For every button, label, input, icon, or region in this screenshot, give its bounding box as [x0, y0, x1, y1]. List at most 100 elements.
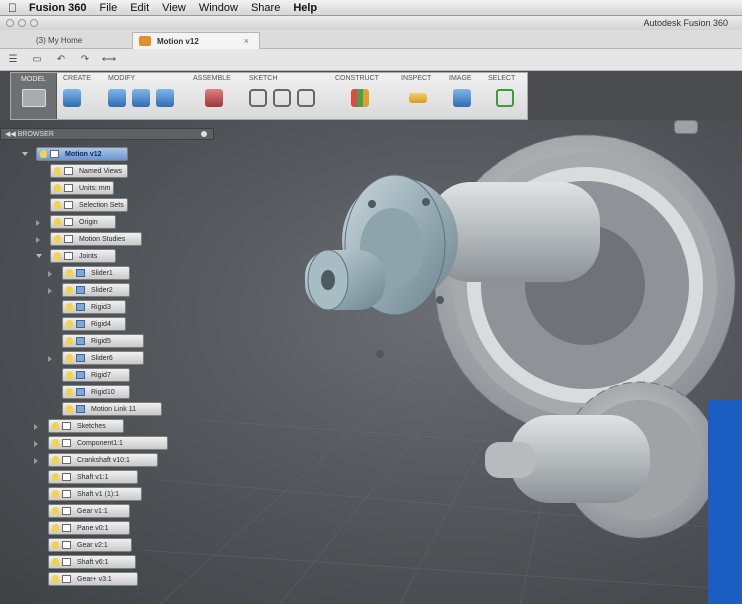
browser-node[interactable]: Named Views	[50, 164, 128, 178]
browser-node[interactable]: Motion Studies	[50, 232, 142, 246]
visibility-bulb-icon[interactable]	[52, 456, 59, 464]
undo-icon[interactable]: ↶	[54, 54, 68, 66]
apple-icon[interactable]: 	[8, 1, 17, 15]
group-construct[interactable]: CONSTRUCT	[333, 75, 389, 119]
browser-node[interactable]: Crankshaft v10:1	[48, 453, 158, 467]
browser-node[interactable]: Rigid10	[62, 385, 130, 399]
browser-node[interactable]: Gear v1:1	[48, 504, 130, 518]
browser-collapse-icon[interactable]: ◀◀	[5, 130, 18, 138]
browser-node[interactable]: Component1:1	[48, 436, 168, 450]
measure-icon[interactable]	[409, 93, 427, 103]
save-icon[interactable]: ▭	[30, 54, 44, 66]
visibility-bulb-icon[interactable]	[52, 541, 59, 549]
tree-expander-icon[interactable]	[34, 424, 38, 430]
tree-expander-icon[interactable]	[36, 254, 42, 258]
fillet-icon[interactable]	[132, 89, 150, 107]
visibility-bulb-icon[interactable]	[66, 337, 73, 345]
visibility-bulb-icon[interactable]	[66, 371, 73, 379]
menu-edit[interactable]: Edit	[130, 2, 149, 14]
group-create[interactable]: CREATE	[61, 75, 101, 119]
visibility-bulb-icon[interactable]	[66, 354, 73, 362]
tree-expander-icon[interactable]	[48, 271, 52, 277]
shell-icon[interactable]	[156, 89, 174, 107]
group-modify[interactable]: MODIFY	[106, 75, 192, 119]
browser-node[interactable]: Gear+ v3:1	[48, 572, 138, 586]
browser-node[interactable]: Gear v2:1	[48, 538, 132, 552]
browser-node[interactable]: Shaft v6:1	[48, 555, 136, 569]
visibility-bulb-icon[interactable]	[52, 507, 59, 515]
share-icon[interactable]: ⟷	[102, 54, 116, 66]
browser-node[interactable]: Rigid7	[62, 368, 130, 382]
sketch-rectangle-icon[interactable]	[273, 89, 291, 107]
browser-node[interactable]: Pane v0:1	[48, 521, 130, 535]
browser-node[interactable]: Rigid4	[62, 317, 126, 331]
browser-node[interactable]: Rigid3	[62, 300, 126, 314]
box-icon[interactable]	[63, 89, 81, 107]
tree-expander-icon[interactable]	[34, 441, 38, 447]
redo-icon[interactable]: ↷	[78, 54, 92, 66]
visibility-bulb-icon[interactable]	[52, 524, 59, 532]
tree-expander-icon[interactable]	[22, 152, 28, 156]
view-cube-icon[interactable]	[674, 120, 698, 134]
visibility-bulb-icon[interactable]	[54, 252, 61, 260]
browser-header[interactable]: ◀◀ BROWSER	[0, 128, 214, 140]
browser-node[interactable]: Motion v12	[36, 147, 128, 161]
visibility-bulb-icon[interactable]	[40, 150, 47, 158]
menu-view[interactable]: View	[162, 2, 186, 14]
press-pull-icon[interactable]	[108, 89, 126, 107]
group-assemble[interactable]: ASSEMBLE	[191, 75, 243, 119]
menu-grid-icon[interactable]: ☰	[6, 54, 20, 66]
visibility-bulb-icon[interactable]	[54, 201, 61, 209]
pin-icon[interactable]	[201, 131, 207, 137]
menu-file[interactable]: File	[99, 2, 117, 14]
browser-node[interactable]: Slider1	[62, 266, 130, 280]
visibility-bulb-icon[interactable]	[66, 303, 73, 311]
visibility-bulb-icon[interactable]	[52, 575, 59, 583]
menu-app-name[interactable]: Fusion 360	[29, 2, 86, 14]
browser-node[interactable]: Selection Sets	[50, 198, 128, 212]
group-image[interactable]: IMAGE	[447, 75, 483, 119]
menu-window[interactable]: Window	[199, 2, 238, 14]
browser-node[interactable]: Sketches	[48, 419, 124, 433]
browser-node[interactable]: Slider6	[62, 351, 144, 365]
close-tab-icon[interactable]: ×	[244, 36, 249, 46]
tree-expander-icon[interactable]	[48, 356, 52, 362]
visibility-bulb-icon[interactable]	[52, 558, 59, 566]
browser-node[interactable]: Origin	[50, 215, 116, 229]
visibility-bulb-icon[interactable]	[66, 269, 73, 277]
browser-node[interactable]: Units: mm	[50, 181, 114, 195]
offset-plane-icon[interactable]	[351, 89, 369, 107]
visibility-bulb-icon[interactable]	[54, 184, 61, 192]
tree-expander-icon[interactable]	[48, 288, 52, 294]
minimize-window-button[interactable]	[18, 19, 26, 27]
group-sketch[interactable]: SKETCH	[247, 75, 323, 119]
browser-node[interactable]: Shaft v1:1	[48, 470, 138, 484]
visibility-bulb-icon[interactable]	[54, 167, 61, 175]
menu-help[interactable]: Help	[293, 2, 317, 14]
tab-motion-v12[interactable]: Motion v12 ×	[132, 32, 260, 49]
workspace-switcher[interactable]: MODEL	[11, 73, 57, 119]
browser-node[interactable]: Joints	[50, 249, 116, 263]
browser-node[interactable]: Shaft v1 (1):1	[48, 487, 142, 501]
tree-expander-icon[interactable]	[36, 237, 40, 243]
capture-image-icon[interactable]	[453, 89, 471, 107]
visibility-bulb-icon[interactable]	[66, 388, 73, 396]
visibility-bulb-icon[interactable]	[66, 320, 73, 328]
browser-node[interactable]: Motion Link 11	[62, 402, 162, 416]
zoom-window-button[interactable]	[30, 19, 38, 27]
group-select[interactable]: SELECT	[486, 75, 526, 119]
visibility-bulb-icon[interactable]	[66, 405, 73, 413]
visibility-bulb-icon[interactable]	[52, 439, 59, 447]
group-inspect[interactable]: INSPECT	[399, 75, 439, 119]
visibility-bulb-icon[interactable]	[66, 286, 73, 294]
large-gear[interactable]	[434, 134, 736, 436]
menu-share[interactable]: Share	[251, 2, 280, 14]
visibility-bulb-icon[interactable]	[54, 218, 61, 226]
visibility-bulb-icon[interactable]	[52, 490, 59, 498]
tab-my-home[interactable]: (3) My Home	[30, 32, 130, 49]
joint-icon[interactable]	[205, 89, 223, 107]
visibility-bulb-icon[interactable]	[52, 422, 59, 430]
browser-node[interactable]: Slider2	[62, 283, 130, 297]
sketch-dimension-icon[interactable]	[297, 89, 315, 107]
browser-node[interactable]: Rigid5	[62, 334, 144, 348]
